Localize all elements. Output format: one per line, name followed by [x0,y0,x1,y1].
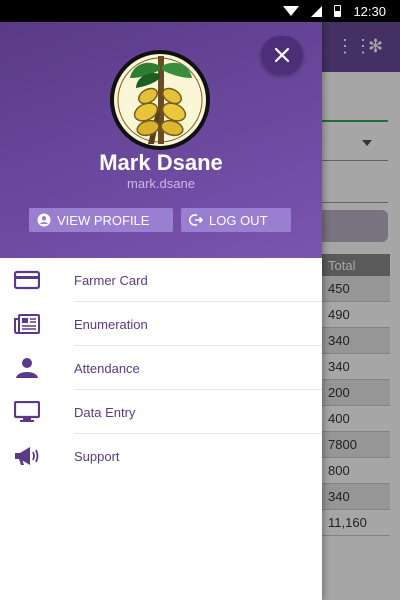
megaphone-icon [14,444,40,468]
cocoa-logo [110,50,210,150]
newspaper-icon [14,312,40,336]
status-bar: 12:30 [0,0,400,22]
menu-item-label: Support [74,448,120,464]
wifi-icon [283,6,300,16]
drawer-header: Mark Dsane mark.dsane VIEW PROFILE LOG O… [0,22,322,258]
menu-item-data-entry[interactable]: Data Entry [0,390,322,434]
navigation-drawer: Mark Dsane mark.dsane VIEW PROFILE LOG O… [0,22,322,600]
logout-icon [189,214,203,226]
person-icon [14,356,40,380]
close-icon [274,47,290,63]
signal-icon [311,5,323,17]
view-profile-label: VIEW PROFILE [57,212,150,228]
log-out-button[interactable]: LOG OUT [181,208,291,232]
menu-item-label: Enumeration [74,316,148,332]
menu-item-label: Farmer Card [74,272,148,288]
close-button[interactable] [261,36,303,74]
battery-icon [334,5,342,17]
monitor-icon [14,400,40,424]
card-icon [14,268,40,292]
log-out-label: LOG OUT [209,212,268,228]
menu-item-support[interactable]: Support [0,434,322,478]
menu-item-farmer-card[interactable]: Farmer Card [0,258,322,302]
menu-item-label: Data Entry [74,404,136,420]
menu-item-label: Attendance [74,360,140,376]
view-profile-button[interactable]: VIEW PROFILE [29,208,173,232]
menu-item-enumeration[interactable]: Enumeration [0,302,322,346]
account-circle-icon [37,213,51,227]
drawer-menu: Farmer Card Enumeration Attendance Data … [0,258,322,478]
user-handle: mark.dsane [127,176,195,191]
user-name: Mark Dsane [99,150,223,175]
menu-item-attendance[interactable]: Attendance [0,346,322,390]
status-time: 12:30 [353,3,386,19]
